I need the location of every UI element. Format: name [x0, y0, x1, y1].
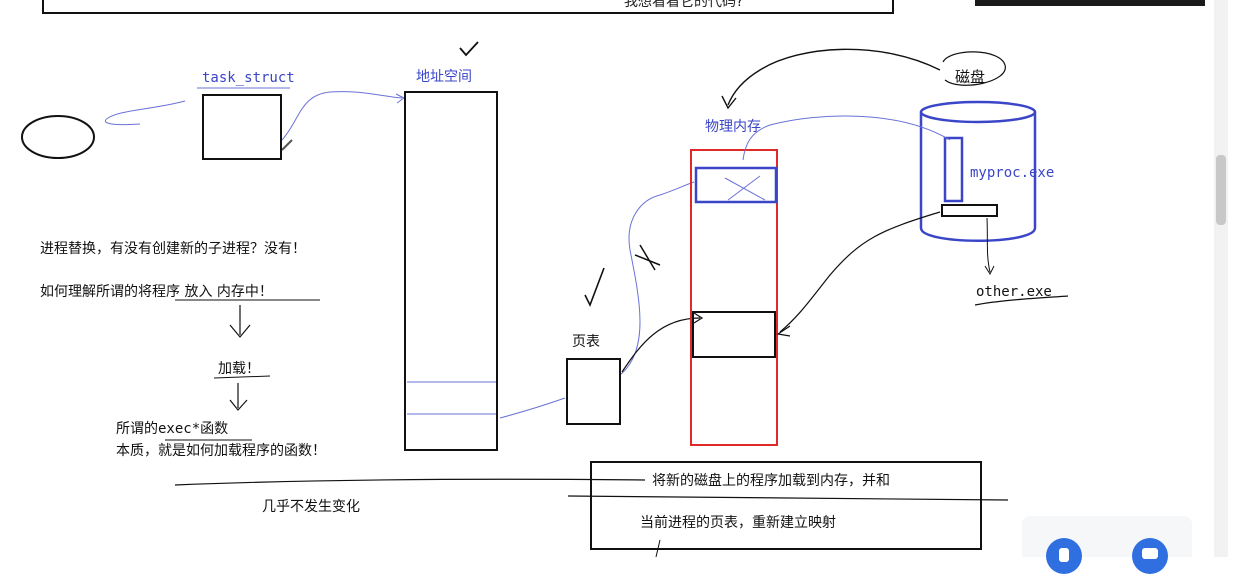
note-process-replace: 进程替换，有没有创建新的子进程？没有！	[40, 241, 306, 257]
note-exec-name: exec*	[158, 421, 201, 437]
myproc-file-block	[943, 136, 964, 203]
blue-link-task-to-process	[104, 100, 186, 126]
address-space-column	[404, 91, 498, 451]
disk-label: 磁盘	[955, 68, 986, 86]
page-table-box	[566, 358, 621, 425]
disk-top	[919, 100, 1037, 124]
note-essence: 本质，就是如何加载程序的函数！	[116, 443, 326, 459]
summary-line-2: 当前进程的页表，重新建立映射	[640, 515, 836, 531]
physical-memory-label: 物理内存	[705, 119, 761, 135]
new-code-block	[692, 311, 776, 358]
note-exec-suffix: 函数	[200, 421, 229, 437]
checkmark-as	[459, 41, 479, 57]
chat-button[interactable]	[1132, 538, 1168, 574]
summary-line-1: 将新的磁盘上的程序加载到内存，并和	[652, 473, 890, 489]
task-struct-label: task_struct	[202, 70, 295, 86]
chat-icon	[1142, 548, 1158, 559]
disk-bottom	[919, 227, 1037, 242]
myproc-label: myproc.exe	[970, 165, 1055, 181]
scrollbar-thumb[interactable]	[1216, 155, 1226, 225]
note-load-into-memory: 如何理解所谓的将程序 放入 内存中！	[40, 284, 273, 300]
scrollbar-track[interactable]	[1214, 0, 1228, 557]
address-space-label: 地址空间	[416, 69, 472, 85]
task-struct-box	[202, 94, 282, 160]
blue-link-task-to-as	[281, 91, 403, 141]
process-ellipse	[21, 115, 95, 159]
other-file-block	[941, 204, 998, 217]
note-load: 加载！	[218, 361, 260, 377]
note-exec-prefix: 所谓的	[116, 421, 158, 437]
old-code-block	[694, 166, 778, 204]
note-unchanged: 几乎不发生变化	[262, 499, 360, 515]
note-exec: 所谓的exec*函数	[116, 418, 228, 438]
hand-icon	[1059, 548, 1069, 562]
page-table-label: 页表	[572, 334, 600, 350]
raise-hand-button[interactable]	[1046, 538, 1082, 574]
other-label: other.exe	[976, 284, 1052, 300]
blue-link-pt-to-mem	[619, 181, 695, 376]
physical-memory-column	[690, 149, 778, 446]
